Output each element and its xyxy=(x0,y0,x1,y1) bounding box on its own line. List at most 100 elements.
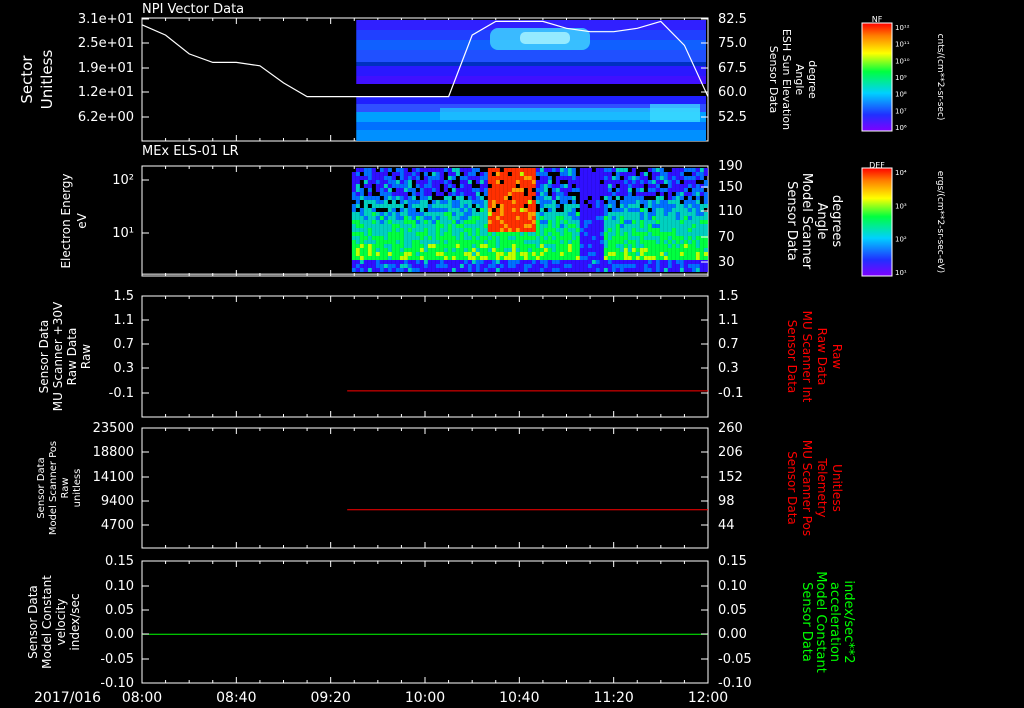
right-tick-label: 70 xyxy=(718,230,735,245)
spectrogram-cell xyxy=(395,216,400,220)
spectrogram-cell xyxy=(495,252,500,256)
spectrogram-cell xyxy=(527,212,532,216)
spectrogram-cell xyxy=(555,260,560,264)
spectrogram-cell xyxy=(595,208,600,212)
spectrogram-cell xyxy=(647,188,652,192)
spectrogram-cell xyxy=(431,260,436,264)
spectrogram-cell xyxy=(679,260,684,264)
spectrogram-cell xyxy=(679,220,684,224)
spectrogram-cell xyxy=(467,168,472,172)
spectrogram-cell xyxy=(671,184,676,188)
spectrogram-cell xyxy=(367,168,372,172)
spectrogram-cell xyxy=(687,240,692,244)
spectrogram-cell xyxy=(631,208,636,212)
spectrogram-cell xyxy=(575,256,580,260)
spectrogram-cell xyxy=(667,244,672,248)
spectrogram-cell xyxy=(411,264,416,268)
spectrogram-cell xyxy=(535,168,540,172)
spectrogram-cell xyxy=(471,268,476,272)
spectrogram-cell xyxy=(603,232,608,236)
spectrogram-cell xyxy=(527,236,532,240)
spectrogram-cell xyxy=(351,260,356,264)
spectrogram-cell xyxy=(611,252,616,256)
left-axis-title: Raw xyxy=(79,344,93,369)
spectrogram-cell xyxy=(619,208,624,212)
spectrogram-cell xyxy=(663,268,668,272)
spectrogram-cell xyxy=(655,268,660,272)
spectrogram-cell xyxy=(391,268,396,272)
spectrogram-cell xyxy=(475,176,480,180)
spectrogram-cell xyxy=(495,192,500,196)
spectrogram-cell xyxy=(531,208,536,212)
spectrogram-cell xyxy=(507,212,512,216)
spectrogram-cell xyxy=(563,236,568,240)
spectrogram-cell xyxy=(599,184,604,188)
spectrogram-cell xyxy=(515,180,520,184)
spectrogram-cell xyxy=(703,268,708,272)
spectrogram-cell xyxy=(519,184,524,188)
spectrogram-cell xyxy=(687,192,692,196)
spectrogram-cell xyxy=(679,232,684,236)
spectrogram-cell xyxy=(443,180,448,184)
spectrogram-cell xyxy=(519,204,524,208)
spectrogram-cell xyxy=(451,168,456,172)
spectrogram-cell xyxy=(683,260,688,264)
spectrogram-cell xyxy=(523,220,528,224)
spectrogram-cell xyxy=(459,220,464,224)
spectrogram-cell xyxy=(511,236,516,240)
left-tick-label: 23500 xyxy=(93,421,134,436)
spectrogram-cell xyxy=(443,184,448,188)
spectrogram-cell xyxy=(487,168,492,172)
spectrogram-cell xyxy=(503,208,508,212)
spectrogram-cell xyxy=(423,248,428,252)
spectrogram-cell xyxy=(475,168,480,172)
spectrogram-cell xyxy=(475,252,480,256)
spectrogram-cell xyxy=(363,264,368,268)
spectrogram-cell xyxy=(571,216,576,220)
spectrogram-cell xyxy=(627,220,632,224)
spectrogram-cell xyxy=(559,248,564,252)
spectrogram-cell xyxy=(475,180,480,184)
spectrogram-cell xyxy=(571,248,576,252)
spectrogram-cell xyxy=(435,260,440,264)
spectrogram-cell xyxy=(651,224,656,228)
spectrogram-cell xyxy=(475,220,480,224)
spectrogram-cell xyxy=(635,188,640,192)
spectrogram-cell xyxy=(387,216,392,220)
spectrogram-cell xyxy=(451,236,456,240)
spectrogram-cell xyxy=(583,188,588,192)
spectrogram-cell xyxy=(555,188,560,192)
spectrogram-cell xyxy=(471,208,476,212)
spectrogram-cell xyxy=(439,168,444,172)
spectrogram-cell xyxy=(435,240,440,244)
spectrogram-cell xyxy=(691,216,696,220)
spectrogram-cell xyxy=(699,228,704,232)
spectrogram-cell xyxy=(563,172,568,176)
spectrogram-cell xyxy=(355,220,360,224)
spectrogram-cell xyxy=(431,180,436,184)
spectrogram-cell xyxy=(467,212,472,216)
spectrogram-cell xyxy=(483,200,488,204)
spectrogram-cell xyxy=(523,248,528,252)
spectrogram-cell xyxy=(611,208,616,212)
spectrogram-cell xyxy=(399,172,404,176)
spectrogram-cell xyxy=(407,180,412,184)
spectrogram-cell xyxy=(591,224,596,228)
spectrogram-cell xyxy=(439,232,444,236)
spectrogram-cell xyxy=(539,184,544,188)
spectrogram-cell xyxy=(655,216,660,220)
right-tick-label: 1.5 xyxy=(718,289,739,304)
spectrogram-cell xyxy=(599,172,604,176)
spectrogram-cell xyxy=(363,168,368,172)
spectrogram-cell xyxy=(395,264,400,268)
right-axis-title: Raw Data xyxy=(815,328,829,386)
spectrogram-cell xyxy=(623,244,628,248)
spectrogram-cell xyxy=(579,260,584,264)
spectrogram-cell xyxy=(459,256,464,260)
spectrogram-cell xyxy=(519,188,524,192)
spectrogram-cell xyxy=(383,268,388,272)
spectrogram-cell xyxy=(591,184,596,188)
spectrogram-cell xyxy=(691,268,696,272)
heatmap-band xyxy=(356,84,706,96)
spectrogram-cell xyxy=(463,200,468,204)
